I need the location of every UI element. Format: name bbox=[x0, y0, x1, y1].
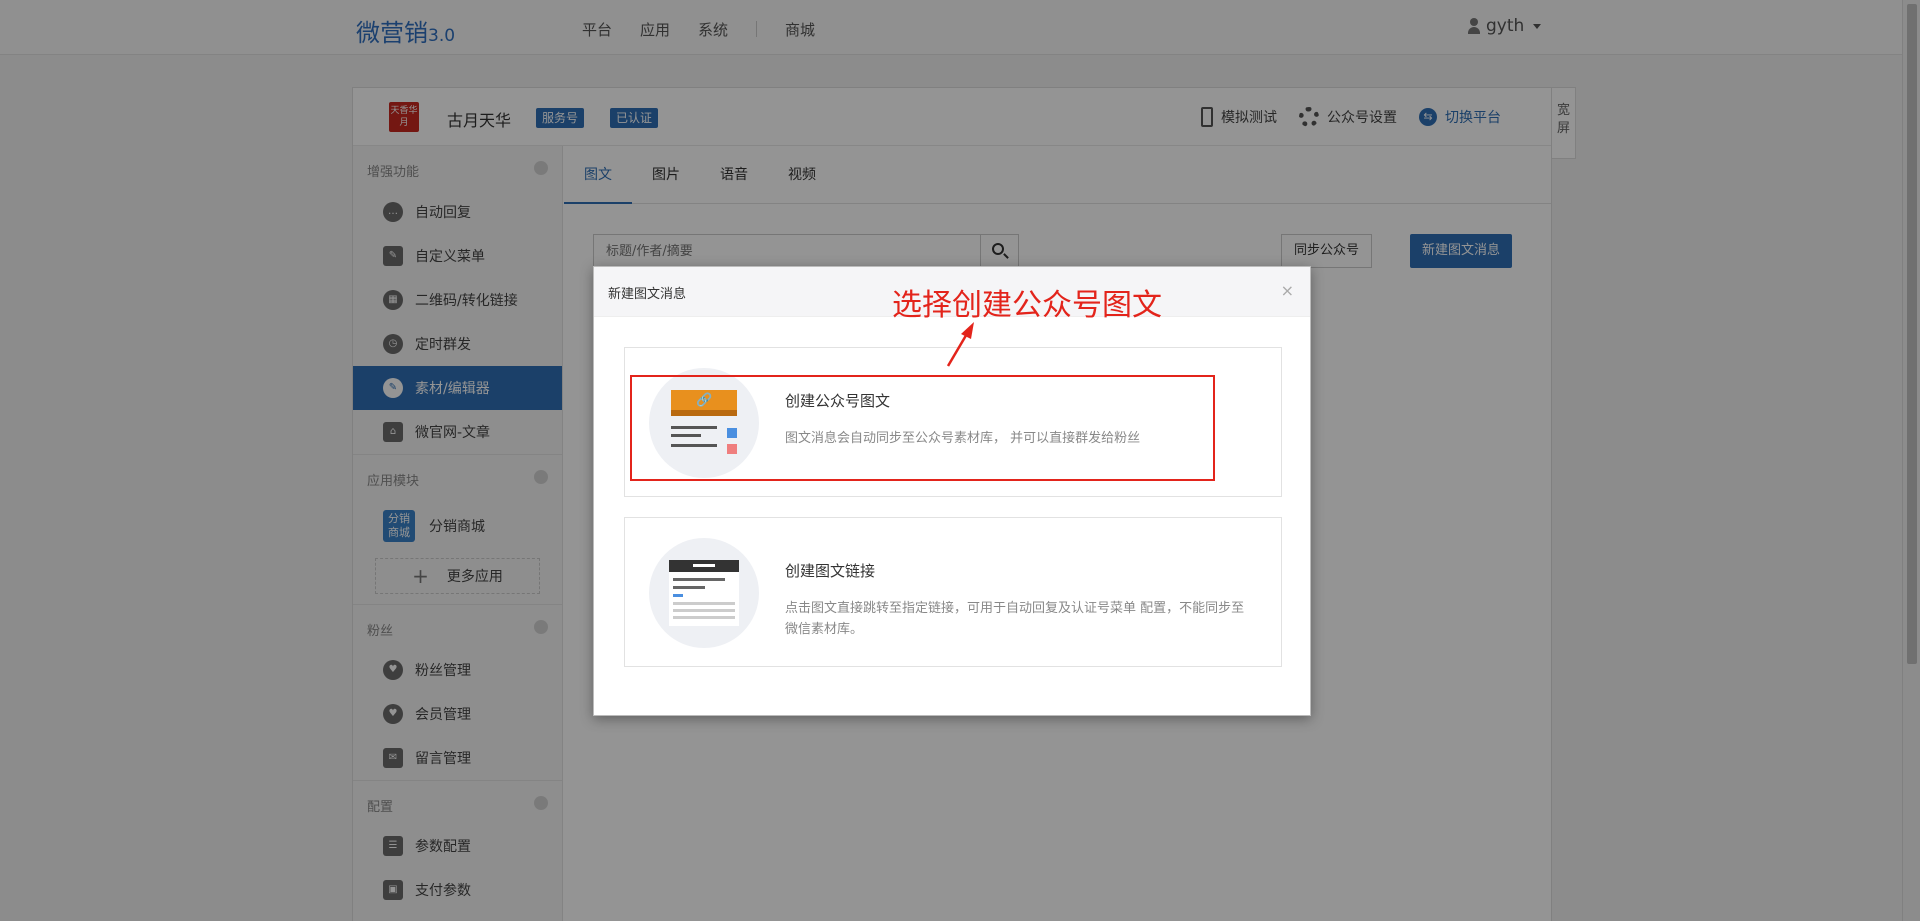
annotation-highlight-box bbox=[630, 375, 1215, 481]
dialog-title: 新建图文消息 bbox=[608, 287, 687, 302]
option-description: 点击图文直接跳转至指定链接，可用于自动回复及认证号菜单 配置，不能同步至微信素材… bbox=[785, 601, 1245, 637]
annotation-arrow-icon bbox=[946, 322, 974, 367]
option-create-article-link[interactable]: 创建图文链接 点击图文直接跳转至指定链接，可用于自动回复及认证号菜单 配置，不能… bbox=[624, 517, 1282, 667]
close-icon[interactable]: × bbox=[1281, 281, 1294, 300]
article-page-icon bbox=[649, 538, 759, 648]
option-title: 创建图文链接 bbox=[785, 562, 876, 580]
annotation-text: 选择创建公众号图文 bbox=[892, 288, 1162, 323]
